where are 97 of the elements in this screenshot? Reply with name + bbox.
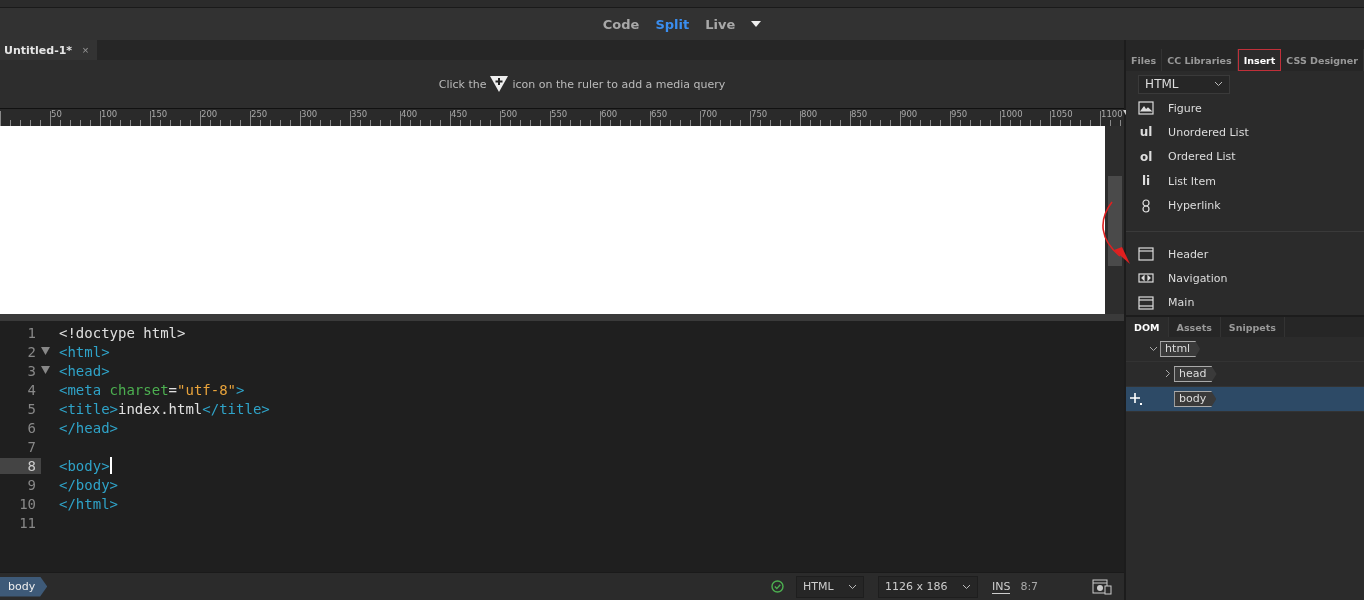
line-number: 1 bbox=[26, 324, 37, 341]
tag-glyph: ul bbox=[1138, 125, 1154, 140]
ruler-label: 50 bbox=[51, 109, 62, 119]
ruler-label: 350 bbox=[351, 109, 368, 119]
line-number: 7 bbox=[26, 438, 37, 455]
chevron-icon bbox=[1214, 81, 1224, 88]
code-token: <body> bbox=[59, 457, 110, 474]
view-tab[interactable]: Code bbox=[602, 16, 640, 32]
code-token: = bbox=[168, 381, 178, 398]
ruler-label: 150 bbox=[151, 109, 168, 119]
dom-node-row[interactable]: body bbox=[1126, 387, 1364, 412]
ruler[interactable]: 50 100 150 200 250 300 350 400 450 500 550 600 650 700 750 800 850 900 950 1000 1050 1100 bbox=[0, 108, 1125, 126]
line-number: 11 bbox=[18, 514, 37, 531]
code-token: </body> bbox=[59, 476, 118, 493]
view-tab[interactable]: Live bbox=[705, 16, 736, 32]
size-select[interactable]: 1126 x 186 bbox=[877, 575, 978, 598]
line-number: 9 bbox=[26, 476, 37, 493]
document-tab[interactable]: Untitled-1* × bbox=[0, 40, 97, 60]
line-number: 3 bbox=[26, 362, 37, 379]
ruler-label: 600 bbox=[601, 109, 618, 119]
main-icon bbox=[1138, 295, 1155, 310]
ruler-label: 400 bbox=[401, 109, 418, 119]
ruler-label: 950 bbox=[951, 109, 968, 119]
header-icon bbox=[1138, 247, 1155, 262]
insert-item[interactable]: Navigation bbox=[1126, 266, 1364, 291]
dom-tag[interactable]: head bbox=[1174, 366, 1217, 382]
ruler-label: 850 bbox=[851, 109, 868, 119]
line-number: 6 bbox=[26, 419, 37, 436]
dropdown-caret-icon[interactable] bbox=[751, 21, 762, 27]
insert-item[interactable]: Hyperlink bbox=[1126, 193, 1364, 218]
ruler-label: 100 bbox=[101, 109, 118, 119]
code-token: </title> bbox=[202, 400, 270, 417]
dom-tag[interactable]: body bbox=[1174, 391, 1217, 407]
panel-tab[interactable]: Insert bbox=[1237, 49, 1282, 71]
code-token: <title> bbox=[59, 400, 118, 417]
fold-arrow-icon[interactable] bbox=[41, 365, 50, 374]
add-icon[interactable] bbox=[1129, 392, 1144, 406]
line-number: 4 bbox=[26, 381, 37, 398]
category-select[interactable]: HTML bbox=[1138, 75, 1231, 94]
cursor-position: 8:7 bbox=[1020, 580, 1039, 593]
ruler-label: 800 bbox=[801, 109, 818, 119]
dom-tag[interactable]: html bbox=[1160, 341, 1201, 357]
insert-item[interactable]: Main bbox=[1126, 290, 1364, 315]
ruler-label: 300 bbox=[301, 109, 318, 119]
code-token: > bbox=[236, 381, 245, 398]
code-token: </html> bbox=[59, 495, 118, 512]
ruler-label: 1100 bbox=[1101, 109, 1123, 119]
code-token: <head> bbox=[59, 362, 110, 379]
image-icon bbox=[1138, 101, 1155, 116]
ruler-label: 550 bbox=[551, 109, 568, 119]
line-number: 2 bbox=[26, 343, 37, 360]
tag-glyph: ol bbox=[1138, 149, 1154, 164]
line-number: 10 bbox=[18, 495, 37, 512]
ruler-label: 450 bbox=[451, 109, 468, 119]
line-number: 5 bbox=[26, 400, 37, 417]
insert-item[interactable]: ul Unordered List bbox=[1126, 120, 1364, 145]
code-editor[interactable]: 1 <!doctype html> 2 <html> 3 <head> 4 <meta charset="utf-8"> 5 <title>index.html</title> 6 </head> 7 8 <body> 9 </body> 10 </html> 11 bbox=[0, 321, 1125, 572]
insert-item[interactable]: ol Ordered List bbox=[1126, 144, 1364, 169]
code-token: charset bbox=[109, 381, 169, 398]
panel-tab[interactable]: DOM bbox=[1126, 317, 1169, 337]
scrollbar-thumb[interactable] bbox=[1107, 176, 1122, 266]
dom-node-row[interactable]: html bbox=[1126, 337, 1364, 362]
code-token: <meta bbox=[59, 381, 103, 398]
ruler-label: 200 bbox=[201, 109, 218, 119]
insert-item[interactable]: li List Item bbox=[1126, 169, 1364, 194]
hint-text: Click the bbox=[438, 77, 487, 91]
code-token: "utf-8" bbox=[177, 381, 237, 398]
insert-item[interactable]: Figure bbox=[1126, 95, 1364, 121]
view-tab[interactable]: Split bbox=[655, 16, 690, 32]
ruler-label: 250 bbox=[251, 109, 268, 119]
add-media-query-icon bbox=[490, 76, 509, 92]
chevron-icon bbox=[847, 583, 857, 590]
ruler-label: 700 bbox=[701, 109, 718, 119]
ruler-label: 650 bbox=[651, 109, 668, 119]
device-preview-icon[interactable] bbox=[1092, 578, 1113, 595]
check-circle-icon bbox=[770, 580, 784, 593]
navigation-icon bbox=[1138, 271, 1155, 286]
code-token: <html> bbox=[59, 343, 110, 360]
insert-mode[interactable]: INS bbox=[991, 579, 1011, 594]
chevron-icon bbox=[961, 583, 971, 590]
code-token: index.html bbox=[118, 400, 203, 417]
tag-glyph: li bbox=[1141, 174, 1152, 189]
ruler-label: 1000 bbox=[1001, 109, 1023, 119]
hint-text: icon on the ruler to add a media query bbox=[512, 77, 726, 91]
fold-arrow-icon[interactable] bbox=[41, 346, 50, 355]
ruler-label: 1050 bbox=[1051, 109, 1073, 119]
text-cursor bbox=[109, 457, 112, 474]
ruler-label: 750 bbox=[751, 109, 768, 119]
close-button[interactable]: × bbox=[82, 44, 89, 56]
language-select[interactable]: HTML bbox=[795, 575, 864, 598]
code-token: <!doctype html> bbox=[59, 324, 186, 341]
ruler-label: 500 bbox=[501, 109, 518, 119]
code-token: </head> bbox=[59, 419, 118, 436]
line-number: 8 bbox=[0, 457, 41, 474]
insert-item[interactable]: Header bbox=[1126, 241, 1364, 267]
ruler-label: 900 bbox=[901, 109, 918, 119]
breadcrumb-tag[interactable]: body bbox=[0, 576, 48, 597]
